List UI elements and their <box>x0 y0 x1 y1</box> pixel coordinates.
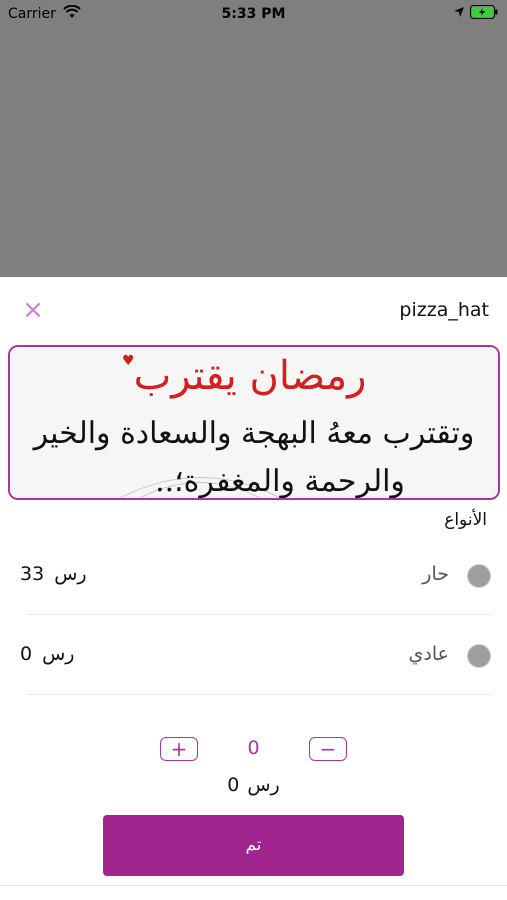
currency-label: رس <box>42 643 75 665</box>
quantity-value: 0 <box>247 737 260 759</box>
done-button[interactable]: تم <box>103 815 404 876</box>
quantity-stepper: 0 + − <box>0 737 507 763</box>
total-value: 0 <box>227 774 240 796</box>
type-option-hot[interactable]: حار رس 33 <box>0 537 507 615</box>
divider <box>28 694 491 695</box>
total-currency: رس <box>247 774 280 796</box>
increase-quantity-button[interactable]: + <box>160 737 198 761</box>
location-arrow-icon <box>453 6 465 22</box>
types-heading: الأنواع <box>444 510 487 530</box>
currency-label: رس <box>54 563 87 585</box>
product-banner-image: رمضان يقترب ♥ وتقترب معهُ البهجة والسعاد… <box>8 345 500 500</box>
banner-line3: والرحمة والمغفرة؛.. <box>155 464 405 498</box>
price-value: 0 <box>20 643 33 665</box>
divider <box>28 614 491 615</box>
option-price: رس 0 <box>20 643 84 665</box>
total-price: رس 0 <box>0 774 507 796</box>
close-icon[interactable]: × <box>22 297 44 323</box>
type-option-regular[interactable]: عادي رس 0 <box>0 617 507 695</box>
option-name: عادي <box>408 643 449 665</box>
price-value: 33 <box>20 563 45 585</box>
battery-icon <box>470 5 498 23</box>
banner-line2: وتقترب معهُ البهجة والسعادة والخير <box>32 416 475 451</box>
dimmed-background[interactable] <box>0 0 507 277</box>
radio-button[interactable] <box>467 644 491 668</box>
product-sheet: × pizza_hat رمضان يقترب ♥ وتقترب معهُ ال… <box>0 277 507 900</box>
heart-icon: ♥ <box>122 353 135 369</box>
option-price: رس 33 <box>20 563 97 585</box>
banner-line1: رمضان يقترب <box>134 353 367 399</box>
option-name: حار <box>422 563 449 585</box>
bottom-divider <box>0 885 507 886</box>
status-bar: Carrier 5:33 PM <box>0 0 507 28</box>
product-title: pizza_hat <box>399 299 489 321</box>
status-time: 5:33 PM <box>221 6 286 22</box>
radio-button[interactable] <box>467 564 491 588</box>
decrease-quantity-button[interactable]: − <box>309 737 347 761</box>
